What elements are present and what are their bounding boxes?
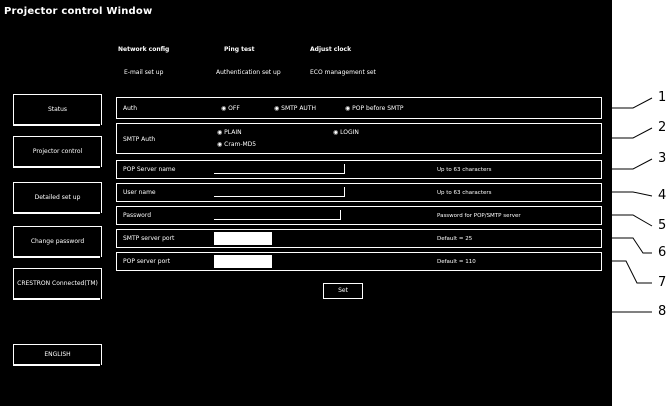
leader-line-6 [602, 237, 652, 254]
leader-line-8 [342, 299, 652, 313]
callout-3: 3 [658, 151, 667, 166]
leader-line-3 [602, 158, 653, 170]
callout-2: 2 [658, 120, 667, 135]
leader-line-1 [602, 97, 653, 109]
callout-8: 8 [658, 304, 667, 319]
leader-line-7 [602, 260, 652, 284]
leader-line-2 [602, 127, 653, 139]
callout-7: 7 [658, 275, 667, 290]
callout-6: 6 [658, 245, 667, 260]
callout-leader-lines [342, 97, 653, 313]
callout-1: 1 [658, 90, 667, 105]
callout-5: 5 [658, 218, 667, 233]
leader-line-4 [602, 191, 653, 197]
leader-line-5 [602, 214, 653, 227]
callout-4: 4 [658, 188, 667, 203]
